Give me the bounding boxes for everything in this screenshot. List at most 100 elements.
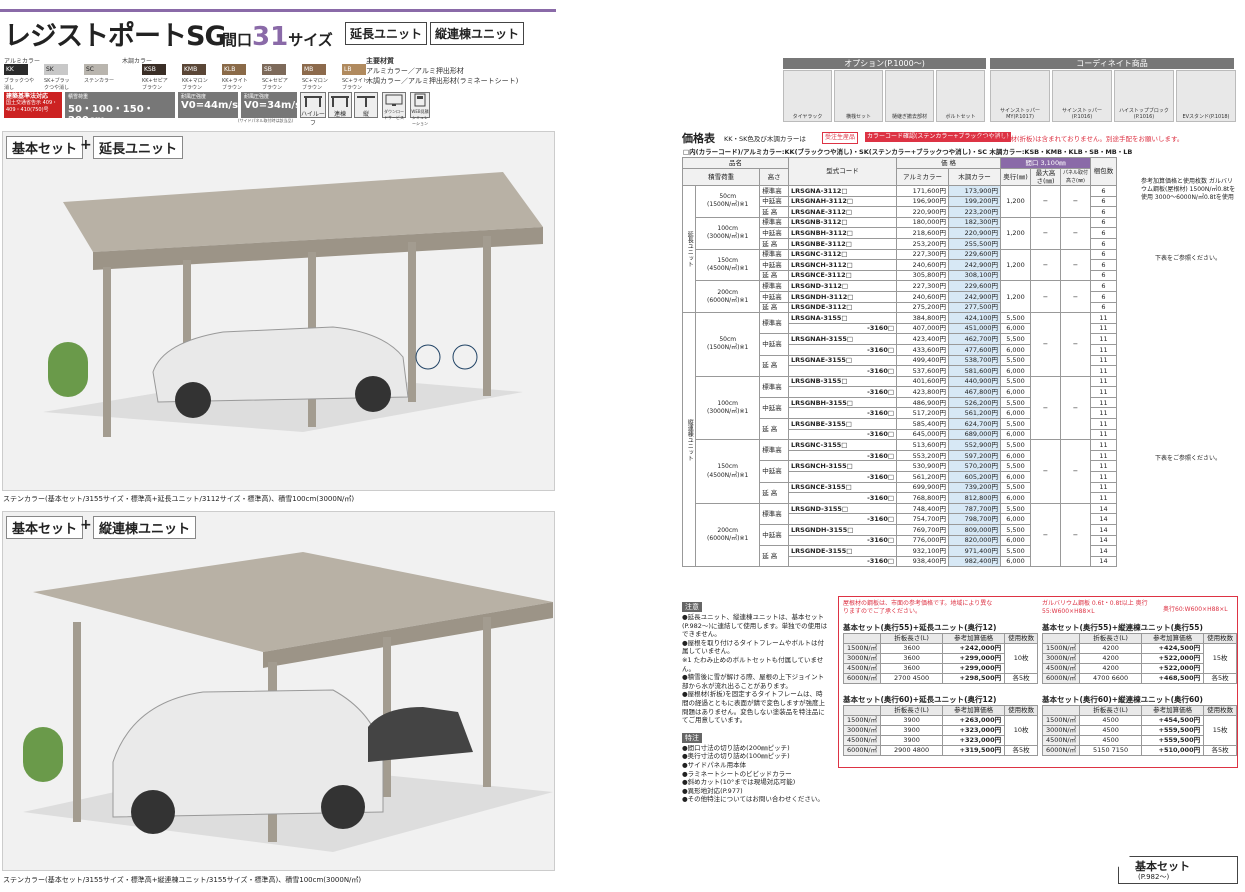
pack-cell: 14 xyxy=(1090,524,1117,536)
price-alu: 253,200円 xyxy=(896,237,949,250)
height-cell: 延 高 xyxy=(759,269,789,282)
depth-cell: 5,500 xyxy=(1000,312,1031,324)
subtable-price: +263,000円 xyxy=(942,715,1006,726)
model-code: LRSGND-3155□ xyxy=(788,502,897,515)
price-alu: 171,600円 xyxy=(896,185,949,197)
pack-cell: 11 xyxy=(1090,312,1117,324)
roof-spec-note: ガルバリウム鋼板 0.6t・0.8t以上 奥行55:W600×H88×L xyxy=(1042,600,1148,615)
price-alu: 699,900円 xyxy=(896,481,949,494)
subtable-length: 4500 xyxy=(1079,725,1143,736)
subtable-th: 参考加算価格 xyxy=(1141,705,1205,716)
depth-cell: 5,500 xyxy=(1000,460,1031,473)
pack-cell: 14 xyxy=(1090,555,1117,568)
badge-sub: 国土交通省告示 409・409・410(750)号 xyxy=(6,100,58,113)
subtable-length: 5150 7150 xyxy=(1079,745,1143,756)
price-wood: 477,600円 xyxy=(948,343,1001,356)
carport-vertical-illustration xyxy=(23,552,553,852)
see-below-2: 下表をご参照ください。 xyxy=(1155,455,1222,462)
snow-group: 150cm (4500N/㎡)※1 xyxy=(695,248,761,282)
price-alu: 537,600円 xyxy=(896,365,949,377)
linked-svg xyxy=(331,96,349,107)
price-alu: 769,700円 xyxy=(896,524,949,536)
subtable-th xyxy=(842,633,882,644)
notes-head: 注意 xyxy=(682,602,702,612)
option-label: 横桟セット xyxy=(845,114,871,120)
badge-text: 建築基準法対応 xyxy=(6,93,49,100)
model-code: LRSGNBH-3155□ xyxy=(788,396,897,409)
price-alu: 240,600円 xyxy=(896,259,949,271)
price-wood: 538,700円 xyxy=(948,354,1001,367)
swatch-name: ステンカラー xyxy=(84,78,115,84)
height-cell: 延 高 xyxy=(759,206,789,218)
depth-cell: 6,000 xyxy=(1000,428,1031,441)
panel-cell: − xyxy=(1060,216,1091,250)
height-cell: 延 高 xyxy=(759,237,789,250)
material-wood: 木調カラー／アルミ押出形材(ラミネートシート) xyxy=(366,77,519,85)
swatch-name: ブラックつや消し xyxy=(4,78,35,91)
subtable-length: 3900 xyxy=(880,725,944,736)
price-alu: 220,900円 xyxy=(896,206,949,218)
material-info: 主要材質 アルミカラー／アルミ押出形材 木調カラー／アルミ押出形材(ラミネートシ… xyxy=(366,56,518,86)
subtable-th: 使用枚数 xyxy=(1203,705,1238,716)
table-row: 200cm (6000N/㎡)※1 標準高 LRSGND-3112□ 227,300円… xyxy=(683,280,1117,314)
model-code: -3160□ xyxy=(788,322,897,335)
th-kakaku: 価 格 xyxy=(896,157,1001,169)
depth-cell: 5,500 xyxy=(1000,439,1031,451)
basic-set-link-page: (P.982〜) xyxy=(1138,873,1170,881)
depth-cell: 5,500 xyxy=(1000,502,1031,515)
subtable-row: 1500N/㎡ 3600 +242,000円 10枚 xyxy=(842,643,1039,674)
price-wood: 552,900円 xyxy=(948,439,1001,451)
side-reference-note: 参考加算価格と使用枚数 ガルバリウム鋼板(屋根材) 1500N/㎡0.8tを使用… xyxy=(1141,178,1236,201)
subtable-header: 折板長さ(L) 参考加算価格 使用枚数 xyxy=(842,633,1039,644)
snow-group: 200cm (6000N/㎡)※1 xyxy=(695,502,761,568)
price-alu: 499,400円 xyxy=(896,354,949,367)
th-alu: アルミカラー xyxy=(896,167,949,187)
depth-cell: 6,000 xyxy=(1000,534,1031,547)
option-label: ボルトセット xyxy=(945,114,976,120)
carport-extension-illustration xyxy=(43,172,543,437)
table-row: 150cm (4500N/㎡)※1 標準高 LRSGNC-3155□ 513,600円… xyxy=(683,439,1117,504)
depth-cell: 6,000 xyxy=(1000,322,1031,335)
subtable: 折板長さ(L) 参考加算価格 使用枚数 1500N/㎡ 3600 +242,000円 10枚… xyxy=(842,633,1039,684)
subtable-load: 3000N/㎡ xyxy=(842,725,882,736)
pack-cell: 6 xyxy=(1090,280,1117,292)
subtable-price: +468,500円 xyxy=(1141,673,1205,684)
snow-group: 50cm (1500N/㎡)※1 xyxy=(695,312,761,377)
model-code: LRSGNB-3155□ xyxy=(788,375,897,388)
option-item: ボルトセット xyxy=(936,70,985,122)
subtable-load: 1500N/㎡ xyxy=(1041,643,1081,654)
model-code: LRSGNAH-3155□ xyxy=(788,333,897,345)
price-alu: 776,000円 xyxy=(896,534,949,547)
note-item: ●屋根を取り付けるタイトフレームやボルトは付属していません。 xyxy=(682,638,824,656)
section1-extension-unit: 延長ユニット xyxy=(93,136,184,159)
subtable-row: 6000N/㎡ 2900 4800 +319,500円 各5枚 xyxy=(842,745,1039,756)
subtable-th: 参考加算価格 xyxy=(942,633,1006,644)
price-wood: 624,700円 xyxy=(948,418,1001,430)
snow-values: 50・100・150・200cm xyxy=(68,104,154,126)
subtable-price: +323,000円 xyxy=(942,725,1006,736)
pack-cell: 6 xyxy=(1090,195,1117,208)
roof-material-note: 価格に屋根材(折板)は含まれておりません。別途手配をお願いします。 xyxy=(978,135,1184,143)
subtable-length: 3900 xyxy=(880,735,944,746)
option-item: 横桟セット xyxy=(834,70,883,122)
subtable-th: 折板長さ(L) xyxy=(1079,633,1143,644)
subtable-length: 4700 6600 xyxy=(1079,673,1143,684)
subtable-header: 折板長さ(L) 参考加算価格 使用枚数 xyxy=(1041,633,1238,644)
pack-cell: 14 xyxy=(1090,502,1117,515)
pack-cell: 11 xyxy=(1090,418,1117,430)
swatch-sb: SB xyxy=(262,64,286,75)
download-icon[interactable]: ダウンロードサービス xyxy=(382,92,406,120)
height-cell: 延 高 xyxy=(759,418,789,441)
price-alu: 407,000円 xyxy=(896,322,949,335)
swatch-sc: SC xyxy=(84,64,108,75)
model-code: LRSGNAH-3112□ xyxy=(788,195,897,208)
panel-cell: − xyxy=(1060,248,1091,282)
web-estimate-icon[interactable]: WEB見積シミュレーション xyxy=(410,92,430,126)
price-alu: 305,800円 xyxy=(896,269,949,282)
subtable-load: 4500N/㎡ xyxy=(1041,663,1081,674)
subtable-count2: 各5枚 xyxy=(1004,673,1039,684)
depth-cell: 6,000 xyxy=(1000,365,1031,377)
depth-cell: 6,000 xyxy=(1000,449,1031,462)
subtable: 折板長さ(L) 参考加算価格 使用枚数 1500N/㎡ 3900 +263,000円 10枚… xyxy=(842,705,1039,756)
depth-cell: 5,500 xyxy=(1000,354,1031,367)
